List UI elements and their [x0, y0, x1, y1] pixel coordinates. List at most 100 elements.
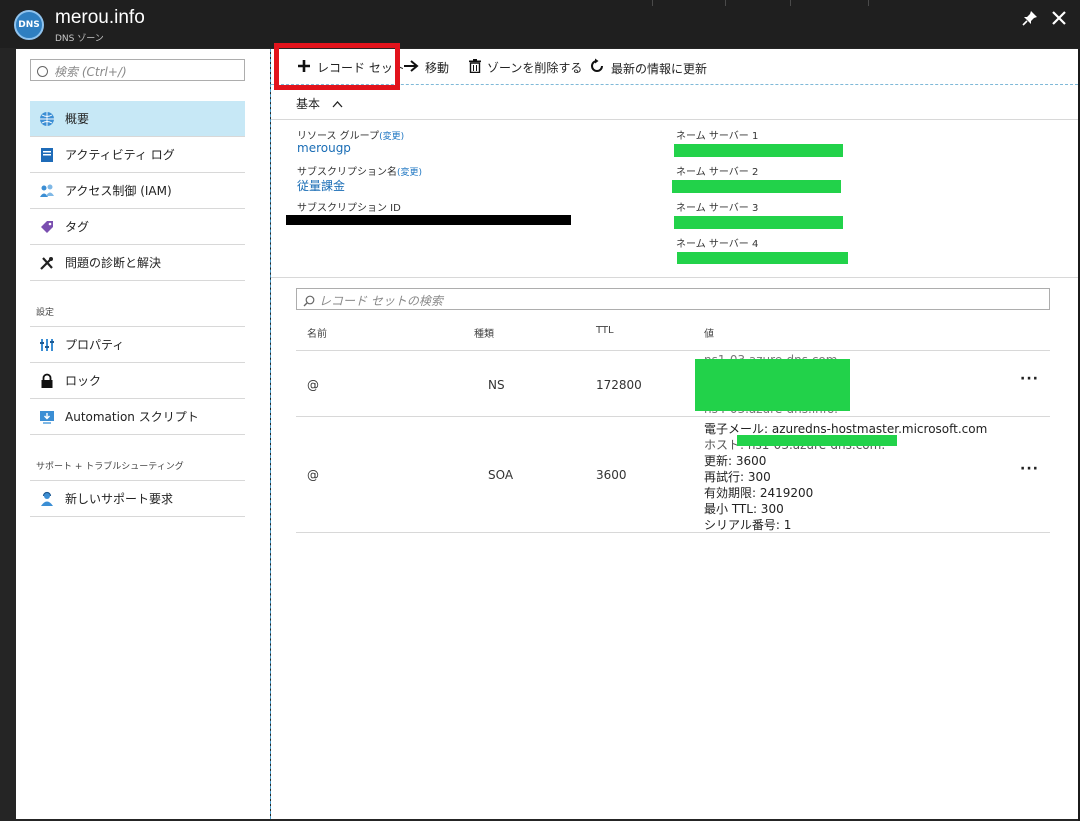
support-person-icon	[39, 491, 55, 507]
menu-search-placeholder: 検索 (Ctrl+/)	[54, 65, 127, 79]
menu-item-new-support-request[interactable]: 新しいサポート要求	[30, 481, 245, 517]
menu-item-access-control[interactable]: アクセス制御 (IAM)	[30, 173, 245, 209]
log-icon	[39, 147, 55, 163]
resource-group-value[interactable]: merougp	[297, 141, 351, 155]
menu-list: 概要 アクティビティ ログ アクセス制御 (IAM) タグ 問題の診断と解決 設…	[30, 101, 245, 517]
menu-group-settings: 設定	[30, 281, 245, 327]
more-options-button[interactable]: ···	[1020, 371, 1039, 387]
name-server-2-label: ネーム サーバー 2	[676, 167, 759, 178]
move-button[interactable]: 移動	[403, 58, 449, 77]
record-name: @	[307, 468, 319, 482]
globe-icon	[39, 111, 55, 127]
refresh-icon	[589, 58, 605, 78]
more-options-button[interactable]: ···	[1020, 461, 1039, 477]
delete-zone-label: ゾーンを削除する	[487, 61, 583, 75]
menu-item-overview[interactable]: 概要	[30, 101, 245, 137]
menu-item-properties[interactable]: プロパティ	[30, 327, 245, 363]
soa-retry: 再試行: 300	[704, 470, 771, 484]
table-header-divider	[296, 350, 1050, 351]
delete-zone-button[interactable]: ゾーンを削除する	[469, 58, 582, 77]
move-label: 移動	[425, 61, 450, 75]
menu-item-label: アクセス制御 (IAM)	[65, 184, 172, 198]
essentials-divider	[271, 119, 1078, 120]
header-decoration	[652, 0, 653, 6]
menu-item-label: 概要	[65, 112, 90, 126]
people-icon	[39, 183, 55, 199]
menu-item-label: ロック	[65, 374, 102, 388]
name-server-3-redaction	[674, 216, 843, 229]
menu-group-support: サポート + トラブルシューティング	[30, 435, 245, 481]
menu-item-label: プロパティ	[65, 338, 125, 352]
blade-header: DNS merou.info DNS ゾーン	[0, 0, 1080, 48]
essentials-header: 基本	[296, 97, 321, 111]
ns-value-redaction	[695, 359, 850, 411]
close-icon[interactable]	[1051, 10, 1067, 31]
properties-icon	[39, 337, 55, 353]
name-server-1-redaction	[674, 144, 843, 157]
overview-content: レコード セット 移動 ゾーンを削除する 最新の情報に更新 基本 リソース グル…	[271, 43, 1078, 819]
header-decoration	[868, 0, 869, 6]
command-bar: レコード セット 移動 ゾーンを削除する 最新の情報に更新	[271, 43, 1078, 90]
arrow-right-icon	[403, 58, 419, 77]
chevron-up-icon	[332, 97, 343, 111]
lock-icon	[39, 373, 55, 389]
column-header-type[interactable]: 種類	[474, 325, 494, 340]
soa-host-redaction	[737, 435, 897, 446]
wrench-icon	[39, 255, 55, 271]
header-decoration	[790, 0, 791, 6]
essentials-toggle[interactable]: 基本	[296, 95, 343, 112]
blade-subtitle: DNS ゾーン	[55, 34, 104, 44]
change-subscription-link[interactable]: (変更)	[397, 168, 422, 178]
menu-item-tags[interactable]: タグ	[30, 209, 245, 245]
soa-expire: 有効期限: 2419200	[704, 486, 814, 500]
pin-icon[interactable]	[1022, 10, 1038, 31]
row-divider	[296, 416, 1050, 417]
record-ttl: 172800	[596, 378, 642, 392]
change-resource-group-link[interactable]: (変更)	[379, 132, 404, 142]
column-header-value[interactable]: 値	[704, 325, 714, 340]
menu-item-diagnose[interactable]: 問題の診断と解決	[30, 245, 245, 281]
menu-item-label: アクティビティ ログ	[65, 148, 175, 162]
menu-item-label: Automation スクリプト	[65, 410, 199, 424]
resource-group-label-row: リソース グループ(変更)	[297, 127, 404, 142]
row-divider	[296, 532, 1050, 533]
menu-item-label: 問題の診断と解決	[65, 256, 162, 270]
name-server-3-label: ネーム サーバー 3	[676, 203, 759, 214]
record-set-search-input[interactable]: レコード セットの検索	[296, 288, 1050, 310]
soa-min-ttl: 最小 TTL: 300	[704, 502, 784, 516]
menu-item-label: 新しいサポート要求	[65, 492, 174, 506]
trash-icon	[469, 58, 481, 77]
name-server-2-redaction	[672, 180, 841, 193]
record-type: NS	[488, 378, 505, 392]
search-icon	[37, 66, 48, 77]
menu-item-activity-log[interactable]: アクティビティ ログ	[30, 137, 245, 173]
refresh-label: 最新の情報に更新	[611, 61, 708, 76]
menu-search-input[interactable]: 検索 (Ctrl+/)	[30, 59, 245, 81]
refresh-button[interactable]: 最新の情報に更新	[589, 58, 707, 78]
name-server-4-label: ネーム サーバー 4	[676, 239, 759, 250]
record-name: @	[307, 378, 319, 392]
header-decoration	[725, 0, 726, 6]
column-header-name[interactable]: 名前	[307, 325, 327, 340]
subscription-name-label-row: サブスクリプション名(変更)	[297, 163, 422, 178]
menu-item-locks[interactable]: ロック	[30, 363, 245, 399]
section-divider	[271, 277, 1078, 278]
soa-refresh: 更新: 3600	[704, 454, 767, 468]
tag-icon	[39, 219, 55, 235]
record-ttl: 3600	[596, 468, 627, 482]
blade-title: merou.info	[55, 7, 145, 28]
dns-zone-blade: DNS merou.info DNS ゾーン 検索 (Ctrl+/) 概要 アク…	[0, 0, 1080, 821]
download-icon	[39, 409, 55, 425]
subscription-name-value[interactable]: 従量課金	[297, 177, 345, 194]
menu-item-automation-script[interactable]: Automation スクリプト	[30, 399, 245, 435]
resource-menu: 検索 (Ctrl+/) 概要 アクティビティ ログ アクセス制御 (IAM) タ…	[16, 49, 270, 819]
name-server-4-redaction	[677, 252, 848, 264]
highlight-box	[274, 43, 400, 90]
subscription-id-redaction	[286, 215, 571, 225]
soa-serial: シリアル番号: 1	[704, 518, 792, 532]
subscription-id-label: サブスクリプション ID	[297, 203, 401, 214]
search-icon	[303, 295, 315, 310]
record-set-search-placeholder: レコード セットの検索	[319, 294, 443, 308]
column-header-ttl[interactable]: TTL	[596, 325, 614, 336]
dns-zone-icon: DNS	[14, 10, 44, 40]
